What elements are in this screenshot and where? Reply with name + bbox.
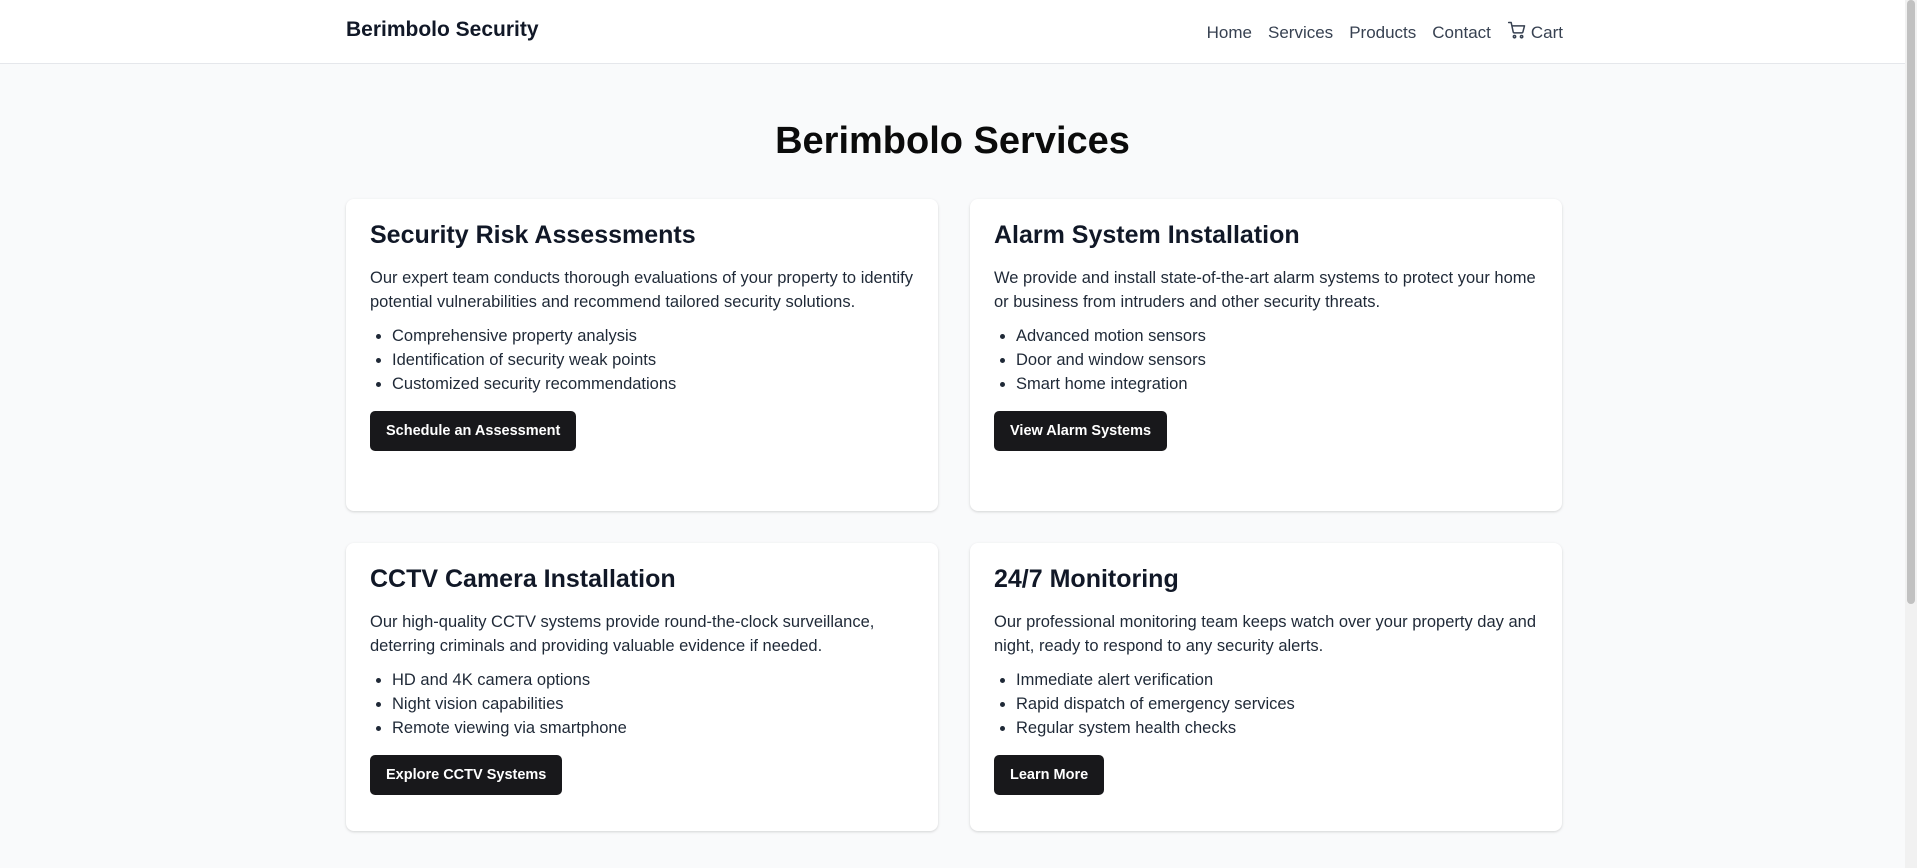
top-navbar: Berimbolo Security Home Services Product…	[0, 0, 1905, 64]
explore-cctv-button[interactable]: Explore CCTV Systems	[370, 755, 563, 795]
feature-list: Immediate alert verification Rapid dispa…	[994, 668, 1538, 740]
card-description: We provide and install state-of-the-art …	[994, 269, 1536, 311]
view-alarm-systems-button[interactable]: View Alarm Systems	[994, 411, 1168, 451]
feature-item: Advanced motion sensors	[1016, 324, 1538, 348]
feature-list: Advanced motion sensors Door and window …	[994, 324, 1538, 396]
service-card-monitoring: 24/7 Monitoring Our professional monitor…	[970, 543, 1562, 831]
feature-item: Night vision capabilities	[392, 692, 914, 716]
feature-item: Customized security recommendations	[392, 372, 914, 396]
page-title: Berimbolo Services	[775, 120, 1130, 162]
brand-logo-text[interactable]: Berimbolo Security	[346, 18, 539, 42]
card-title: 24/7 Monitoring	[994, 565, 1179, 593]
service-card-alarm-installation: Alarm System Installation We provide and…	[970, 199, 1562, 511]
feature-item: Regular system health checks	[1016, 716, 1538, 740]
schedule-assessment-button[interactable]: Schedule an Assessment	[370, 411, 577, 451]
nav-link-products[interactable]: Products	[1349, 23, 1416, 43]
feature-item: HD and 4K camera options	[392, 668, 914, 692]
service-card-cctv-installation: CCTV Camera Installation Our high-qualit…	[346, 543, 938, 831]
nav-link-home[interactable]: Home	[1207, 23, 1252, 43]
card-description: Our high-quality CCTV systems provide ro…	[370, 613, 875, 655]
cart-label: Cart	[1530, 22, 1563, 42]
nav-link-contact[interactable]: Contact	[1432, 23, 1491, 43]
nav-link-services[interactable]: Services	[1268, 23, 1333, 43]
feature-list: HD and 4K camera options Night vision ca…	[370, 668, 914, 740]
card-description: Our professional monitoring team keeps w…	[994, 613, 1537, 655]
feature-item: Rapid dispatch of emergency services	[1016, 692, 1538, 716]
service-card-risk-assessments: Security Risk Assessments Our expert tea…	[346, 199, 938, 511]
feature-item: Smart home integration	[1016, 372, 1538, 396]
scrollbar-thumb[interactable]	[1907, 0, 1915, 604]
feature-item: Immediate alert verification	[1016, 668, 1538, 692]
vertical-scrollbar[interactable]	[1905, 0, 1917, 868]
feature-item: Door and window sensors	[1016, 348, 1538, 372]
card-description: Our expert team conducts thorough evalua…	[370, 269, 913, 311]
feature-item: Remote viewing via smartphone	[392, 716, 914, 740]
cart-icon	[1507, 20, 1527, 45]
card-title: CCTV Camera Installation	[370, 565, 676, 593]
learn-more-button[interactable]: Learn More	[994, 755, 1105, 795]
nav-link-cart[interactable]: Cart	[1507, 20, 1563, 45]
feature-list: Comprehensive property analysis Identifi…	[370, 324, 914, 396]
feature-item: Comprehensive property analysis	[392, 324, 914, 348]
card-title: Security Risk Assessments	[370, 221, 696, 249]
main-nav: Home Services Products Contact Cart	[1207, 20, 1563, 45]
feature-item: Identification of security weak points	[392, 348, 914, 372]
card-title: Alarm System Installation	[994, 221, 1300, 249]
